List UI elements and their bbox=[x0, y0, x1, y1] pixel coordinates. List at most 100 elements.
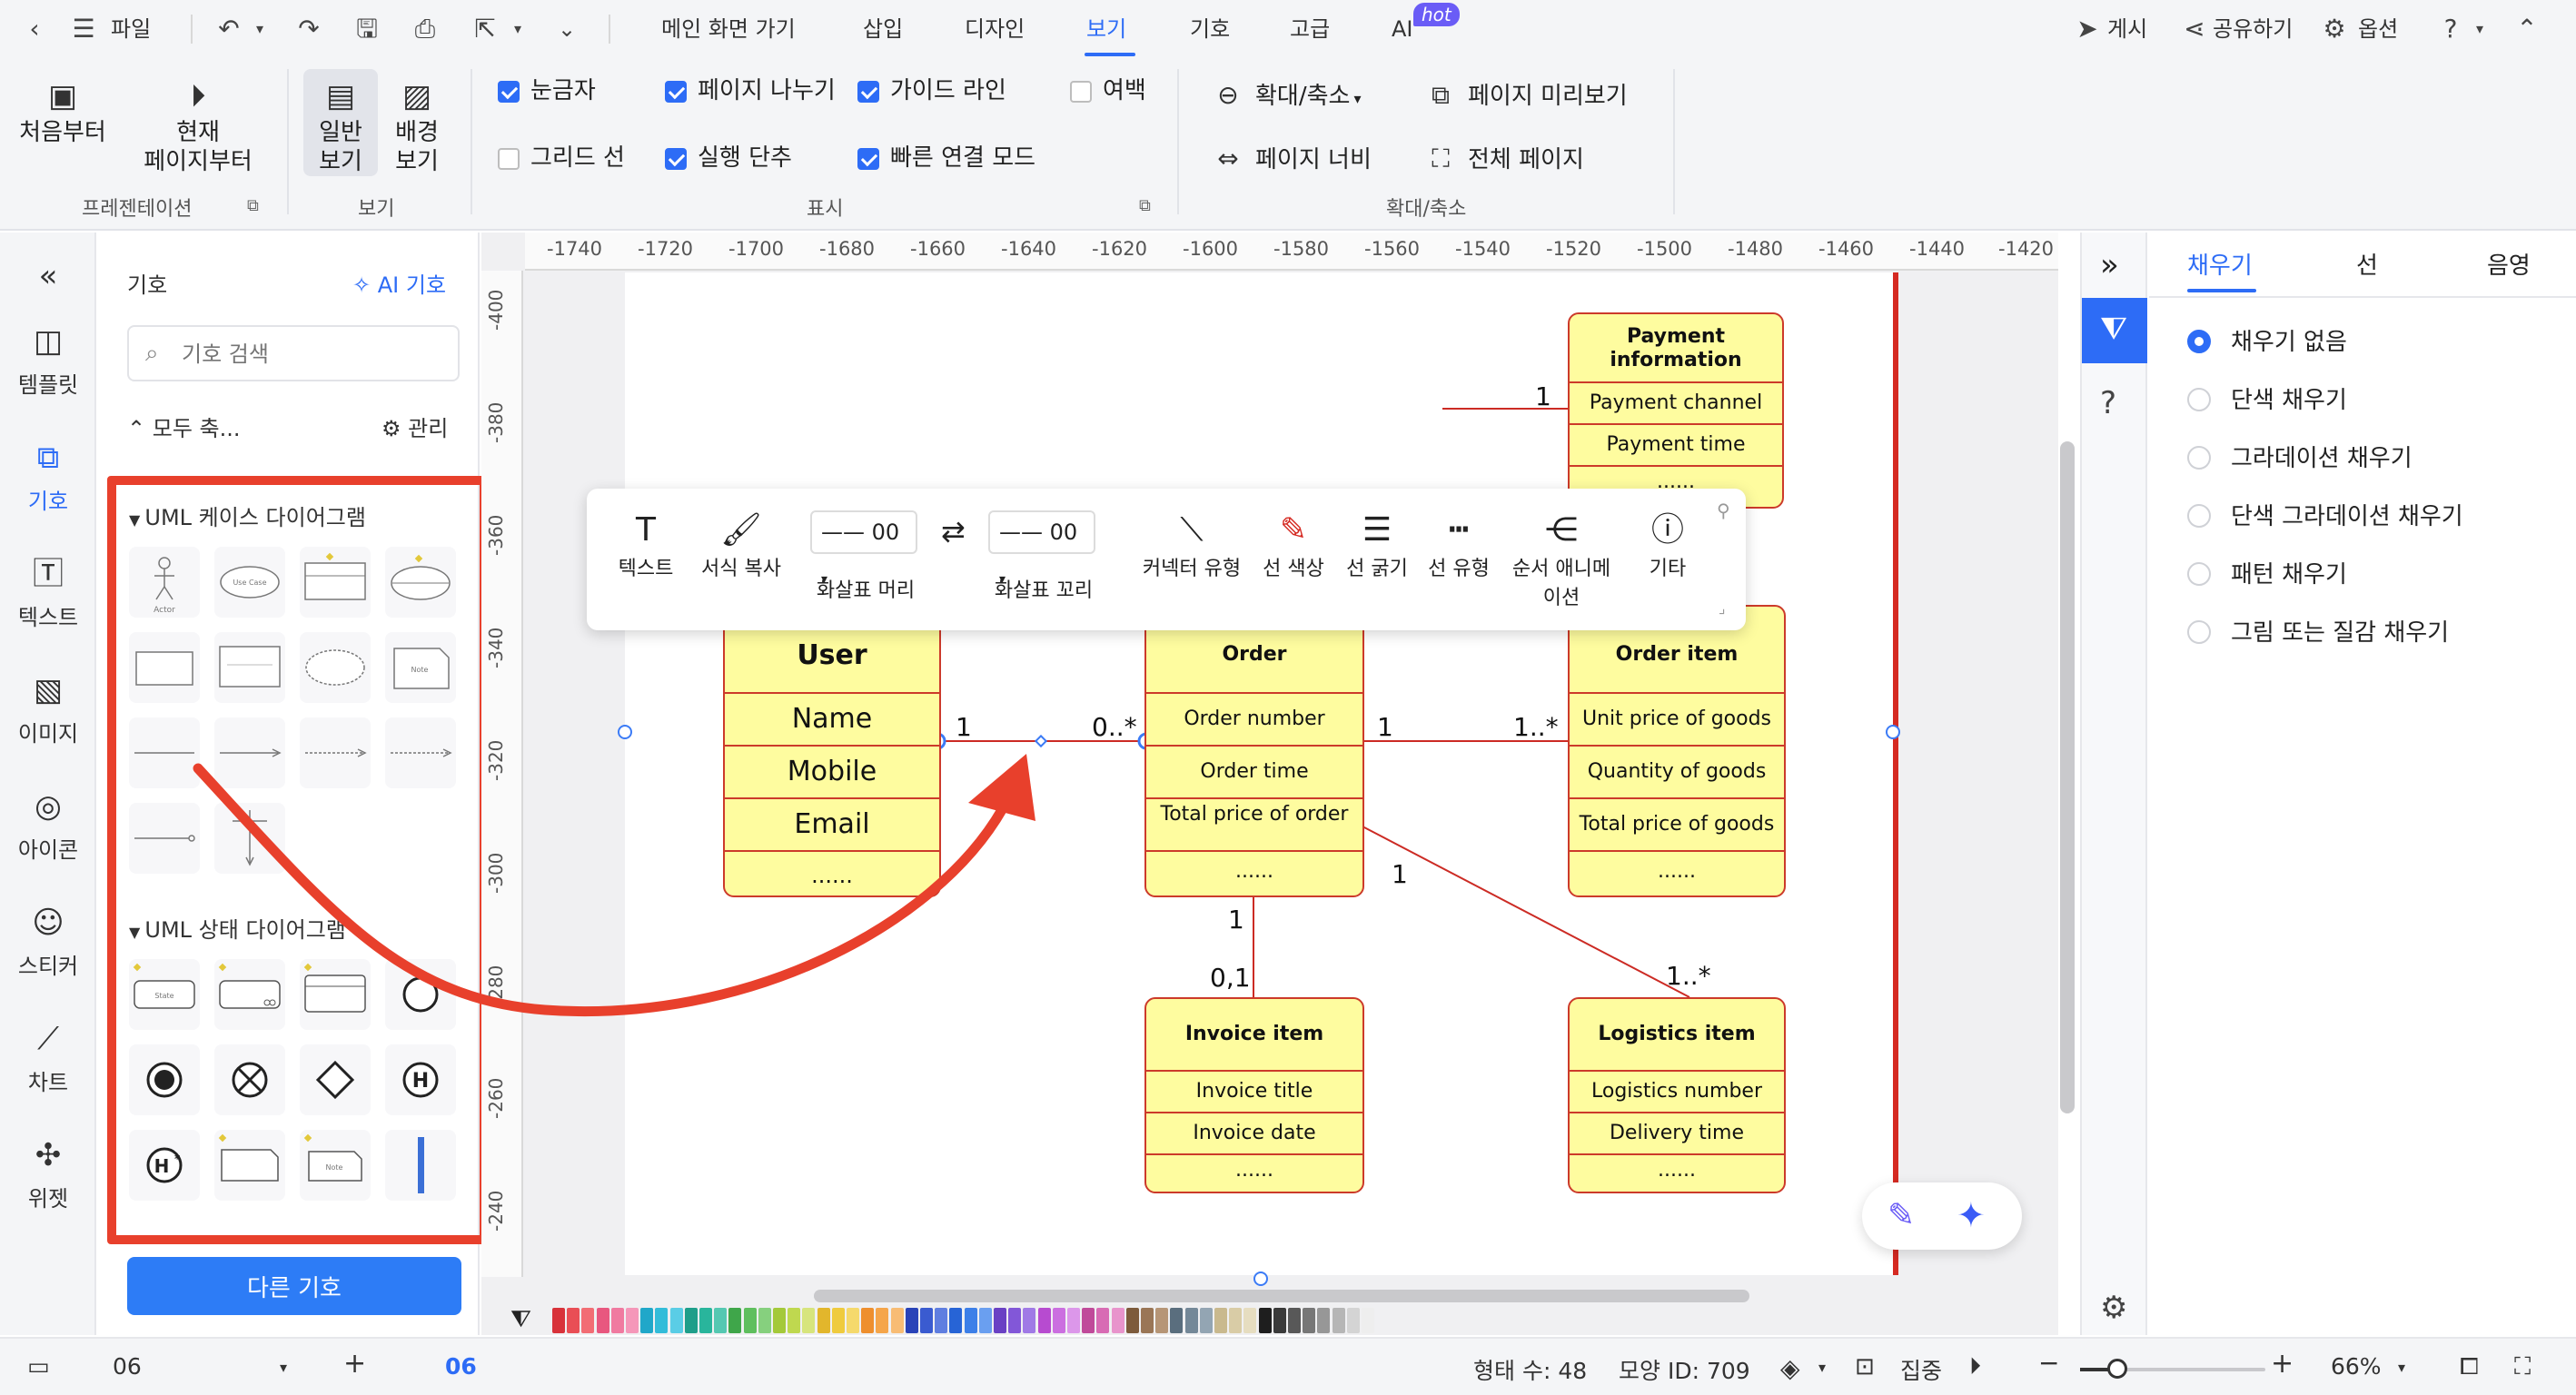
arrow-tail-dropdown[interactable]: —— 00 ▾ bbox=[988, 510, 1095, 587]
arrow-head-dropdown[interactable]: —— 00 ▾ bbox=[810, 510, 917, 587]
fill-option-none[interactable]: 채우기 없음 bbox=[2187, 323, 2347, 357]
color-swatch[interactable] bbox=[567, 1308, 580, 1333]
color-swatch[interactable] bbox=[714, 1308, 728, 1333]
color-swatch[interactable] bbox=[964, 1308, 977, 1333]
color-swatch[interactable] bbox=[949, 1308, 963, 1333]
fullscreen-icon[interactable]: ⛶ bbox=[2514, 1353, 2531, 1381]
sequence-animation-button[interactable]: ⋲ 순서 애니메 이션 bbox=[1502, 509, 1620, 610]
color-swatch[interactable] bbox=[699, 1308, 712, 1333]
sparkle-icon[interactable]: ✦ bbox=[1957, 1195, 1986, 1235]
color-swatch[interactable] bbox=[581, 1308, 595, 1333]
more-button[interactable]: ⓘ 기타 bbox=[1631, 509, 1704, 581]
add-page-icon[interactable]: + bbox=[343, 1348, 366, 1380]
color-swatch[interactable] bbox=[1317, 1308, 1331, 1333]
color-swatch[interactable] bbox=[1125, 1308, 1139, 1333]
color-swatch[interactable] bbox=[802, 1308, 816, 1333]
color-swatch[interactable] bbox=[994, 1308, 1006, 1333]
color-swatch[interactable] bbox=[1141, 1308, 1154, 1333]
fill-option-gradient[interactable]: 그라데이션 채우기 bbox=[2187, 440, 2413, 473]
zoom-chevron-icon[interactable]: ▾ bbox=[2398, 1359, 2405, 1376]
color-swatch[interactable] bbox=[1037, 1308, 1051, 1333]
color-swatch[interactable] bbox=[831, 1308, 845, 1333]
page-tab-active[interactable]: 06 bbox=[445, 1353, 477, 1380]
horizontal-scrollbar[interactable] bbox=[814, 1290, 1749, 1302]
focus-label[interactable]: 집중 bbox=[1900, 1353, 1942, 1386]
tab-line[interactable]: 선 bbox=[2356, 247, 2378, 281]
expand-panel-icon[interactable]: » bbox=[2100, 247, 2119, 283]
color-swatch[interactable] bbox=[1067, 1308, 1080, 1333]
color-swatch[interactable] bbox=[552, 1308, 565, 1333]
page-panel-icon[interactable]: ▭ bbox=[27, 1353, 50, 1380]
color-swatch[interactable] bbox=[1170, 1308, 1184, 1333]
color-swatch[interactable] bbox=[1155, 1308, 1169, 1333]
color-swatch[interactable] bbox=[1008, 1308, 1022, 1333]
resize-corner-icon[interactable]: ⌟ bbox=[1719, 599, 1726, 617]
color-swatch[interactable] bbox=[1303, 1308, 1316, 1333]
color-swatch[interactable] bbox=[861, 1308, 875, 1333]
color-swatch[interactable] bbox=[1243, 1308, 1257, 1333]
fill-option-solid[interactable]: 단색 채우기 bbox=[2187, 381, 2347, 415]
tab-shadow[interactable]: 음영 bbox=[2487, 247, 2531, 281]
page-selector-chevron-icon[interactable]: ▾ bbox=[280, 1359, 287, 1376]
help-circle-icon[interactable]: ? bbox=[2100, 385, 2116, 421]
layers-icon[interactable]: ◈ bbox=[1780, 1353, 1800, 1383]
line-type-button[interactable]: ┅ 선 유형 bbox=[1415, 509, 1502, 581]
fill-tool-button[interactable]: ⧨ bbox=[2082, 298, 2147, 363]
color-swatch[interactable] bbox=[1096, 1308, 1110, 1333]
pin-icon[interactable]: ⚲ bbox=[1717, 500, 1730, 521]
ft-text-button[interactable]: T 텍스트 bbox=[601, 509, 690, 581]
fill-option-solid-gradient[interactable]: 단색 그라데이션 채우기 bbox=[2187, 498, 2463, 531]
swap-arrows-icon[interactable]: ⇄ bbox=[941, 514, 966, 549]
color-swatch[interactable] bbox=[1052, 1308, 1065, 1333]
fit-page-icon[interactable]: ⧠ bbox=[2460, 1353, 2479, 1381]
settings-gear-icon[interactable]: ⚙ bbox=[2100, 1290, 2127, 1326]
color-swatch[interactable] bbox=[640, 1308, 654, 1333]
color-swatch[interactable] bbox=[1082, 1308, 1095, 1333]
color-swatch[interactable] bbox=[1214, 1308, 1227, 1333]
magic-wand-icon[interactable]: ✎ bbox=[1887, 1197, 1915, 1234]
color-swatch[interactable] bbox=[978, 1308, 992, 1333]
color-swatch[interactable] bbox=[655, 1308, 669, 1333]
color-swatch[interactable] bbox=[1023, 1308, 1036, 1333]
ft-format-copy-button[interactable]: 🖌 서식 복사 bbox=[687, 509, 796, 581]
color-swatch[interactable] bbox=[1332, 1308, 1345, 1333]
color-swatch[interactable] bbox=[1111, 1308, 1125, 1333]
color-swatch[interactable] bbox=[758, 1308, 771, 1333]
color-swatch[interactable] bbox=[684, 1308, 698, 1333]
color-swatch[interactable] bbox=[626, 1308, 639, 1333]
focus-icon[interactable]: ⊡ bbox=[1855, 1353, 1875, 1380]
page-selector[interactable]: 06 bbox=[113, 1353, 142, 1380]
color-swatch[interactable] bbox=[847, 1308, 859, 1333]
tab-fill[interactable]: 채우기 bbox=[2187, 247, 2253, 281]
color-swatch[interactable] bbox=[773, 1308, 786, 1333]
connector-type-button[interactable]: ⟍ 커넥터 유형 bbox=[1134, 509, 1250, 581]
color-swatch[interactable] bbox=[817, 1308, 830, 1333]
color-swatch[interactable] bbox=[1258, 1308, 1272, 1333]
color-swatch[interactable] bbox=[1273, 1308, 1286, 1333]
color-swatch[interactable] bbox=[788, 1308, 801, 1333]
fill-option-picture[interactable]: 그림 또는 질감 채우기 bbox=[2187, 614, 2449, 648]
color-swatch[interactable] bbox=[890, 1308, 904, 1333]
line-color-button[interactable]: ✎ 선 색상 bbox=[1250, 509, 1337, 581]
color-swatch[interactable] bbox=[743, 1308, 757, 1333]
color-swatch[interactable] bbox=[1346, 1308, 1360, 1333]
zoom-out-minus-icon[interactable]: − bbox=[2038, 1348, 2059, 1378]
color-swatch[interactable] bbox=[728, 1308, 742, 1333]
color-swatch[interactable] bbox=[876, 1308, 889, 1333]
line-weight-button[interactable]: ☰ 선 굵기 bbox=[1333, 509, 1421, 581]
color-swatch[interactable] bbox=[669, 1308, 683, 1333]
color-swatch[interactable] bbox=[935, 1308, 948, 1333]
fill-option-pattern[interactable]: 패턴 채우기 bbox=[2187, 556, 2347, 589]
vertical-scrollbar[interactable] bbox=[2060, 441, 2075, 1113]
color-swatch[interactable] bbox=[1229, 1308, 1243, 1333]
color-swatch[interactable] bbox=[610, 1308, 624, 1333]
layers-chevron-icon[interactable]: ▾ bbox=[1818, 1359, 1826, 1376]
zoom-slider-thumb[interactable] bbox=[2107, 1359, 2127, 1379]
zoom-in-plus-icon[interactable]: + bbox=[2271, 1348, 2294, 1380]
play-icon[interactable]: ⏵ bbox=[1969, 1353, 1981, 1381]
color-swatch[interactable] bbox=[1362, 1308, 1374, 1333]
color-swatch[interactable] bbox=[1184, 1308, 1198, 1333]
color-swatch[interactable] bbox=[1288, 1308, 1301, 1333]
color-swatch[interactable] bbox=[596, 1308, 609, 1333]
color-swatch[interactable] bbox=[1199, 1308, 1213, 1333]
